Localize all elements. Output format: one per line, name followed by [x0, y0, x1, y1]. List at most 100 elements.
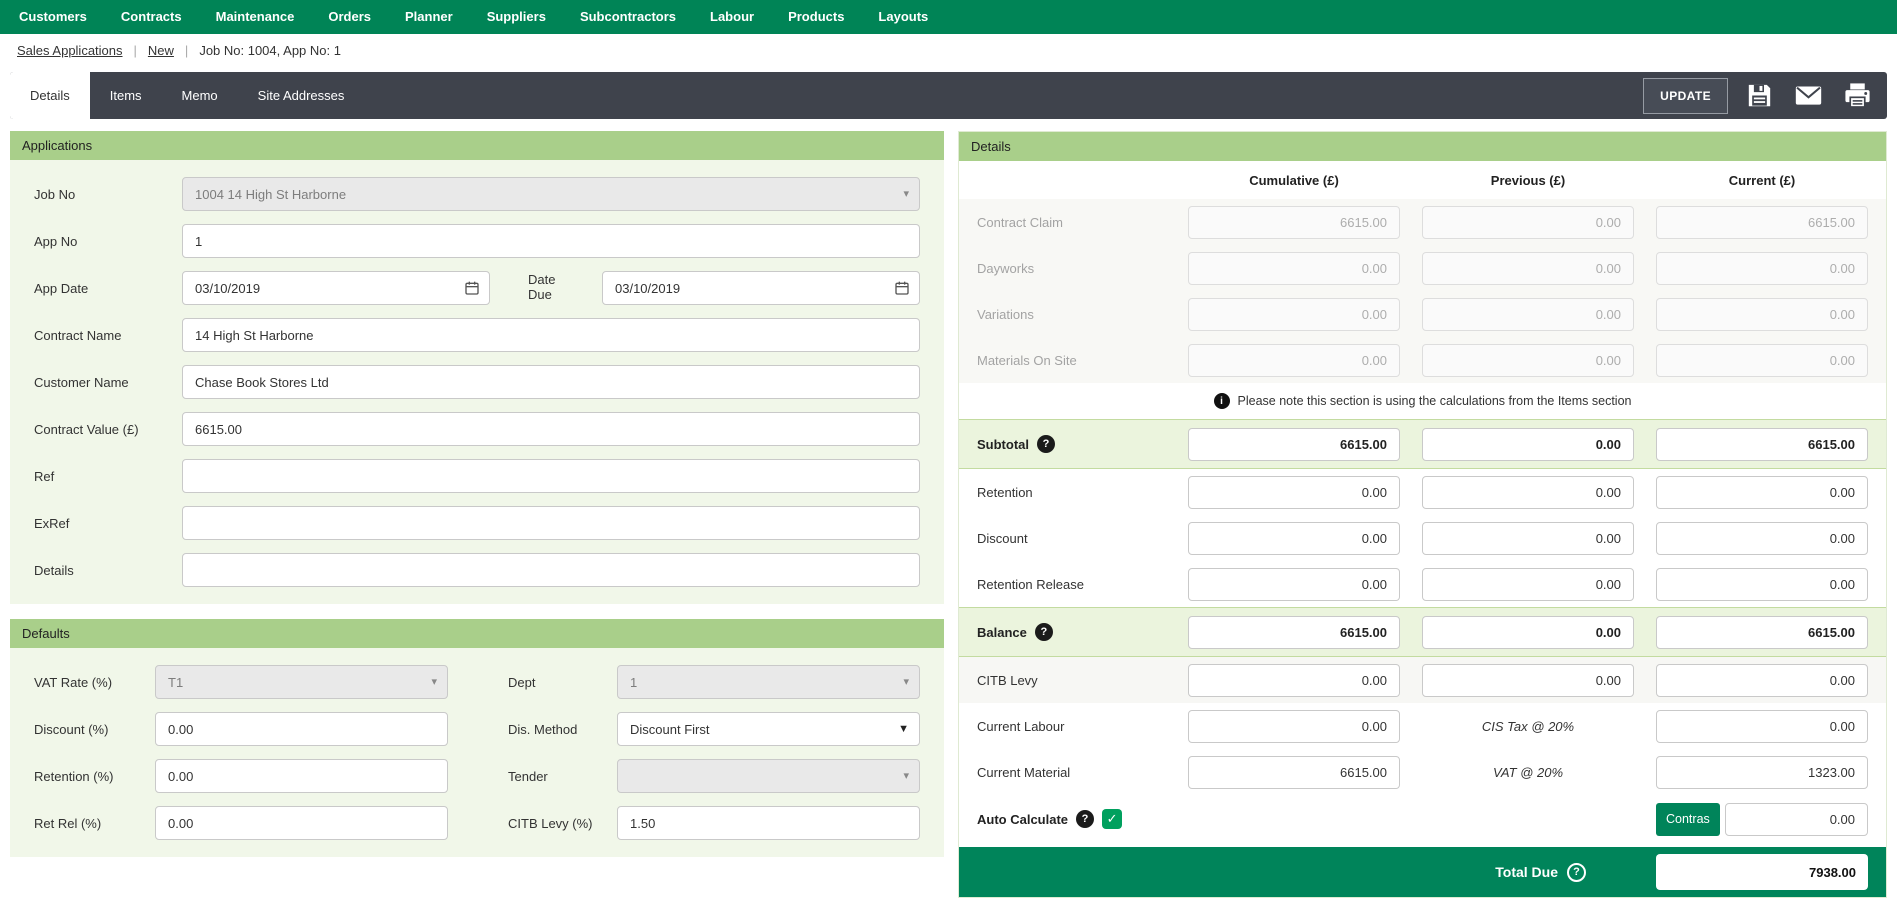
- citb-levy-current-input[interactable]: [1656, 664, 1868, 697]
- info-icon: i: [1214, 393, 1230, 409]
- breadcrumb-separator: |: [134, 43, 137, 58]
- defaults-panel-body: VAT Rate (%) T1 ▾ Dept 1 ▾ Discount (%) …: [10, 648, 944, 857]
- retention-release-previous-input[interactable]: [1422, 568, 1634, 601]
- ref-label: Ref: [34, 469, 182, 484]
- calendar-icon[interactable]: [464, 280, 480, 296]
- nav-item-planner[interactable]: Planner: [388, 0, 470, 34]
- app-date-input[interactable]: [182, 271, 490, 305]
- dis-method-value: Discount First: [630, 722, 709, 737]
- nav-item-subcontractors[interactable]: Subcontractors: [563, 0, 693, 34]
- chevron-down-icon: ▾: [903, 677, 909, 688]
- citb-levy-cumulative-input[interactable]: [1188, 664, 1400, 697]
- dept-select: 1 ▾: [617, 665, 920, 699]
- current-material-row: Current Material VAT @ 20%: [959, 749, 1886, 795]
- citb-levy-label: CITB Levy: [977, 673, 1188, 688]
- balance-previous-input[interactable]: [1422, 616, 1634, 649]
- help-icon[interactable]: ?: [1037, 435, 1055, 453]
- contract-value-input[interactable]: [182, 412, 920, 446]
- contract-claim-label: Contract Claim: [977, 215, 1188, 230]
- breadcrumb-current: Job No: 1004, App No: 1: [199, 43, 341, 58]
- details-panel-title: Details: [959, 132, 1886, 161]
- breadcrumb-sales-applications[interactable]: Sales Applications: [17, 43, 123, 58]
- calendar-icon[interactable]: [894, 280, 910, 296]
- citb-levy-previous-input[interactable]: [1422, 664, 1634, 697]
- discount-current-input[interactable]: [1656, 522, 1868, 555]
- nav-item-maintenance[interactable]: Maintenance: [199, 0, 312, 34]
- customer-name-input[interactable]: [182, 365, 920, 399]
- citb-levy-pct-label: CITB Levy (%): [508, 816, 617, 831]
- variations-current-input: [1656, 298, 1868, 331]
- exref-input[interactable]: [182, 506, 920, 540]
- discount-cumulative-input[interactable]: [1188, 522, 1400, 555]
- variations-cumulative-input: [1188, 298, 1400, 331]
- ret-rel-input[interactable]: [155, 806, 448, 840]
- citb-levy-pct-input[interactable]: [617, 806, 920, 840]
- subtotal-current-input[interactable]: [1656, 428, 1868, 461]
- vat-rate-label: VAT Rate (%): [34, 675, 155, 690]
- help-icon[interactable]: ?: [1567, 863, 1586, 882]
- customer-name-label: Customer Name: [34, 375, 182, 390]
- retention-release-row: Retention Release: [959, 561, 1886, 607]
- retention-current-input[interactable]: [1656, 476, 1868, 509]
- contract-name-input[interactable]: [182, 318, 920, 352]
- app-no-input[interactable]: [182, 224, 920, 258]
- app-date-field: [182, 271, 490, 305]
- retention-release-current-input[interactable]: [1656, 568, 1868, 601]
- details-input[interactable]: [182, 553, 920, 587]
- vat-label: VAT @ 20%: [1422, 765, 1634, 780]
- email-button[interactable]: [1790, 78, 1826, 114]
- nav-item-products[interactable]: Products: [771, 0, 861, 34]
- tab-details[interactable]: Details: [10, 72, 90, 119]
- retention-previous-input[interactable]: [1422, 476, 1634, 509]
- subtotal-row: Subtotal ?: [959, 419, 1886, 469]
- dis-method-select[interactable]: Discount First ▼: [617, 712, 920, 746]
- defaults-panel: Defaults VAT Rate (%) T1 ▾ Dept 1 ▾ Disc…: [10, 619, 944, 857]
- current-material-cumulative-input[interactable]: [1188, 756, 1400, 789]
- retention-pct-input[interactable]: [155, 759, 448, 793]
- subtotal-previous-input[interactable]: [1422, 428, 1634, 461]
- balance-current-input[interactable]: [1656, 616, 1868, 649]
- nav-item-orders[interactable]: Orders: [311, 0, 388, 34]
- save-button[interactable]: [1741, 78, 1777, 114]
- update-button[interactable]: UPDATE: [1643, 78, 1728, 114]
- current-labour-cumulative-input[interactable]: [1188, 710, 1400, 743]
- contras-input[interactable]: [1725, 803, 1868, 836]
- current-material-current-input[interactable]: [1656, 756, 1868, 789]
- vat-rate-value: T1: [168, 675, 183, 690]
- job-no-label: Job No: [34, 187, 182, 202]
- help-icon[interactable]: ?: [1035, 623, 1053, 641]
- exref-label: ExRef: [34, 516, 182, 531]
- nav-item-labour[interactable]: Labour: [693, 0, 771, 34]
- nav-item-suppliers[interactable]: Suppliers: [470, 0, 563, 34]
- print-button[interactable]: [1839, 78, 1875, 114]
- auto-calculate-checkbox[interactable]: ✓: [1102, 809, 1122, 829]
- tab-memo[interactable]: Memo: [162, 72, 238, 119]
- breadcrumb-separator: |: [185, 43, 188, 58]
- discount-previous-input[interactable]: [1422, 522, 1634, 555]
- nav-item-customers[interactable]: Customers: [2, 0, 104, 34]
- dept-label: Dept: [508, 675, 617, 690]
- details-panel: Details Cumulative (£) Previous (£) Curr…: [958, 131, 1887, 898]
- discount-label: Discount: [977, 531, 1188, 546]
- tab-items[interactable]: Items: [90, 72, 162, 119]
- subtotal-cumulative-input[interactable]: [1188, 428, 1400, 461]
- contras-button[interactable]: Contras: [1656, 803, 1720, 836]
- retention-cumulative-input[interactable]: [1188, 476, 1400, 509]
- breadcrumb-new[interactable]: New: [148, 43, 174, 58]
- envelope-icon: [1794, 81, 1823, 110]
- applications-panel-title: Applications: [10, 131, 944, 160]
- retention-release-cumulative-input[interactable]: [1188, 568, 1400, 601]
- discount-pct-input[interactable]: [155, 712, 448, 746]
- variations-previous-input: [1422, 298, 1634, 331]
- date-due-input[interactable]: [602, 271, 920, 305]
- chevron-down-icon: ▾: [903, 771, 909, 782]
- ref-input[interactable]: [182, 459, 920, 493]
- current-labour-current-input[interactable]: [1656, 710, 1868, 743]
- cis-tax-label: CIS Tax @ 20%: [1422, 719, 1634, 734]
- tab-site-addresses[interactable]: Site Addresses: [238, 72, 365, 119]
- nav-item-layouts[interactable]: Layouts: [861, 0, 945, 34]
- balance-cumulative-input[interactable]: [1188, 616, 1400, 649]
- help-icon[interactable]: ?: [1076, 810, 1094, 828]
- contract-claim-row: Contract Claim: [959, 199, 1886, 245]
- nav-item-contracts[interactable]: Contracts: [104, 0, 199, 34]
